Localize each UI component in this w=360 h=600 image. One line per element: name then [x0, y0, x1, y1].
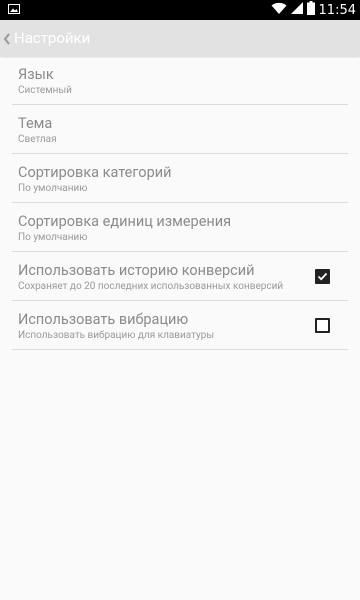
setting-title: Тема [18, 115, 53, 132]
setting-conversion-history[interactable]: Использовать историю конверсий Сохраняет… [12, 252, 348, 301]
wifi-icon [271, 2, 287, 19]
battery-icon [306, 1, 315, 19]
setting-unit-sort[interactable]: Сортировка единиц измерения По умолчанию [12, 203, 348, 252]
setting-summary: Сохраняет до 20 последних использованных… [18, 281, 284, 292]
setting-summary: Светлая [18, 134, 57, 145]
signal-icon [290, 1, 303, 19]
page-title: Настройки [14, 29, 91, 47]
vibration-checkbox[interactable] [315, 318, 330, 333]
checkmark-icon [317, 272, 328, 281]
status-bar: 11:54 [0, 0, 360, 20]
app-bar: Настройки [0, 20, 360, 56]
setting-title: Использовать вибрацию [18, 311, 189, 328]
status-icons: 11:54 [271, 0, 358, 20]
setting-title: Использовать историю конверсий [18, 262, 255, 279]
setting-summary: Использовать вибрацию для клавиатуры [18, 330, 215, 341]
setting-summary: По умолчанию [18, 232, 88, 243]
conversion-history-checkbox[interactable] [315, 269, 330, 284]
setting-title: Сортировка единиц измерения [18, 213, 232, 230]
setting-theme[interactable]: Тема Светлая [12, 105, 348, 154]
setting-summary: По умолчанию [18, 183, 88, 194]
setting-language[interactable]: Язык Системный [12, 56, 348, 105]
setting-summary: Системный [18, 85, 72, 96]
settings-list: Язык Системный Тема Светлая Сортировка к… [0, 56, 360, 350]
chevron-left-icon [2, 31, 12, 45]
back-button[interactable]: Настройки [0, 20, 100, 56]
status-time: 11:54 [318, 2, 356, 18]
setting-vibration[interactable]: Использовать вибрацию Использовать вибра… [12, 301, 348, 350]
image-notification-icon [8, 3, 20, 15]
setting-title: Сортировка категорий [18, 164, 172, 181]
setting-title: Язык [18, 66, 54, 83]
setting-category-sort[interactable]: Сортировка категорий По умолчанию [12, 154, 348, 203]
